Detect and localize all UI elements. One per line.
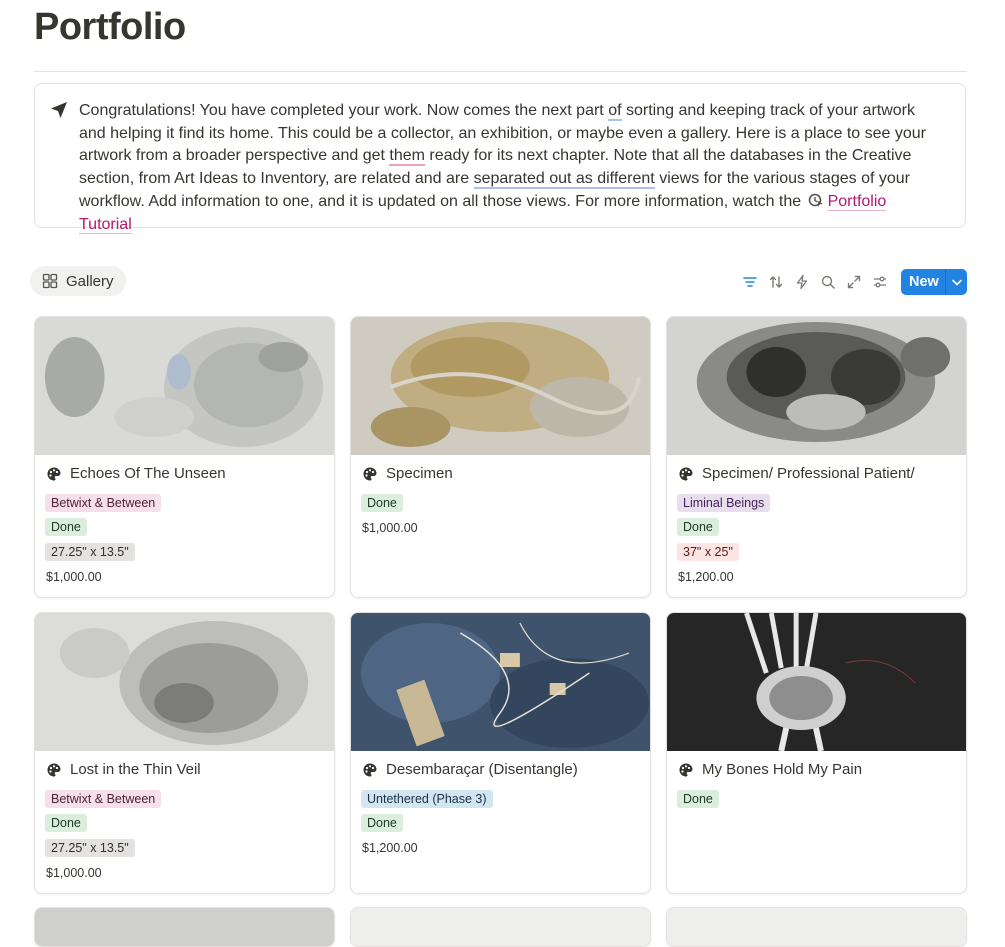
gallery-card[interactable]: My Bones Hold My Pain Done	[666, 612, 967, 894]
card-title-text: Desembaraçar (Disentangle)	[386, 761, 578, 778]
size-tag: 27.25" x 13.5"	[45, 839, 135, 857]
card-title[interactable]: Desembaraçar (Disentangle)	[362, 761, 578, 778]
artwork-image	[351, 317, 650, 455]
gallery-card[interactable]	[34, 907, 335, 947]
price: $1,000.00	[46, 570, 102, 584]
card-title[interactable]: Specimen	[362, 465, 453, 482]
palette-icon	[679, 762, 693, 776]
gallery-card[interactable]	[666, 907, 967, 947]
view-tab-gallery[interactable]: Gallery	[30, 266, 126, 296]
size-tag: 27.25" x 13.5"	[45, 543, 135, 561]
gallery-card[interactable]: Specimen/ Professional Patient/ Liminal …	[666, 316, 967, 598]
navigation-arrow-icon	[49, 100, 69, 120]
callout-text: Congratulations! You have completed your…	[79, 100, 941, 236]
card-title-text: Specimen	[386, 465, 453, 482]
status-tag: Done	[677, 790, 719, 808]
artwork-image	[667, 317, 966, 455]
card-title-text: Specimen/ Professional Patient/	[702, 465, 915, 482]
collection-tag: Betwixt & Between	[45, 494, 162, 512]
artwork-image	[667, 613, 966, 751]
callout-text-segment: Congratulations! You have completed your…	[79, 102, 609, 119]
gallery-card[interactable]: Desembaraçar (Disentangle) Untethered (P…	[350, 612, 651, 894]
new-button-label: New	[909, 274, 939, 290]
collection-tag: Untethered (Phase 3)	[361, 790, 493, 808]
gallery-grid-icon	[42, 273, 58, 289]
new-button-divider	[945, 269, 946, 295]
gallery-card[interactable]: Specimen Done $1,000.00	[350, 316, 651, 598]
artwork-image	[35, 613, 334, 751]
expand-icon[interactable]	[843, 269, 865, 295]
artwork-image	[667, 908, 966, 946]
price: $1,000.00	[46, 866, 102, 880]
price: $1,200.00	[362, 841, 418, 855]
artwork-image	[351, 908, 650, 946]
new-button[interactable]: New	[901, 269, 967, 295]
card-title-text: Echoes Of The Unseen	[70, 465, 226, 482]
collection-tag: Liminal Beings	[677, 494, 771, 512]
card-title[interactable]: Echoes Of The Unseen	[46, 465, 226, 482]
gallery-card[interactable]	[350, 907, 651, 947]
card-title[interactable]: Specimen/ Professional Patient/	[678, 465, 915, 482]
card-title[interactable]: My Bones Hold My Pain	[678, 761, 862, 778]
card-title-text: Lost in the Thin Veil	[70, 761, 201, 778]
palette-icon	[363, 466, 377, 480]
artwork-image	[35, 908, 334, 946]
view-tab-label: Gallery	[66, 272, 114, 290]
title-divider	[34, 71, 967, 72]
status-tag: Done	[45, 814, 87, 832]
palette-icon	[679, 466, 693, 480]
filter-icon[interactable]	[739, 269, 761, 295]
price: $1,000.00	[362, 521, 418, 535]
card-title-text: My Bones Hold My Pain	[702, 761, 863, 778]
spellcheck-highlight[interactable]: them	[389, 147, 425, 167]
palette-icon	[363, 762, 377, 776]
tutorial-link-icon	[808, 192, 824, 208]
automation-bolt-icon[interactable]	[791, 269, 813, 295]
status-tag: Done	[677, 518, 719, 536]
search-icon[interactable]	[817, 269, 839, 295]
gallery-card[interactable]: Lost in the Thin Veil Betwixt & Between …	[34, 612, 335, 894]
collection-tag: Betwixt & Between	[45, 790, 162, 808]
card-title[interactable]: Lost in the Thin Veil	[46, 761, 201, 778]
palette-icon	[47, 466, 61, 480]
grammar-highlight[interactable]: separated out as different	[473, 170, 655, 190]
status-tag: Done	[361, 494, 403, 512]
size-tag: 37" x 25"	[677, 543, 739, 561]
artwork-image	[351, 613, 650, 751]
price: $1,200.00	[678, 570, 734, 584]
sort-icon[interactable]	[765, 269, 787, 295]
status-tag: Done	[45, 518, 87, 536]
spellcheck-highlight[interactable]: of	[608, 102, 622, 121]
artwork-image	[35, 317, 334, 455]
gallery-card[interactable]: Echoes Of The Unseen Betwixt & Between D…	[34, 316, 335, 598]
page-title: Portfolio	[34, 6, 186, 48]
intro-callout: Congratulations! You have completed your…	[34, 83, 966, 234]
status-tag: Done	[361, 814, 403, 832]
settings-sliders-icon[interactable]	[869, 269, 891, 295]
chevron-down-icon[interactable]	[950, 274, 964, 290]
palette-icon	[47, 762, 61, 776]
